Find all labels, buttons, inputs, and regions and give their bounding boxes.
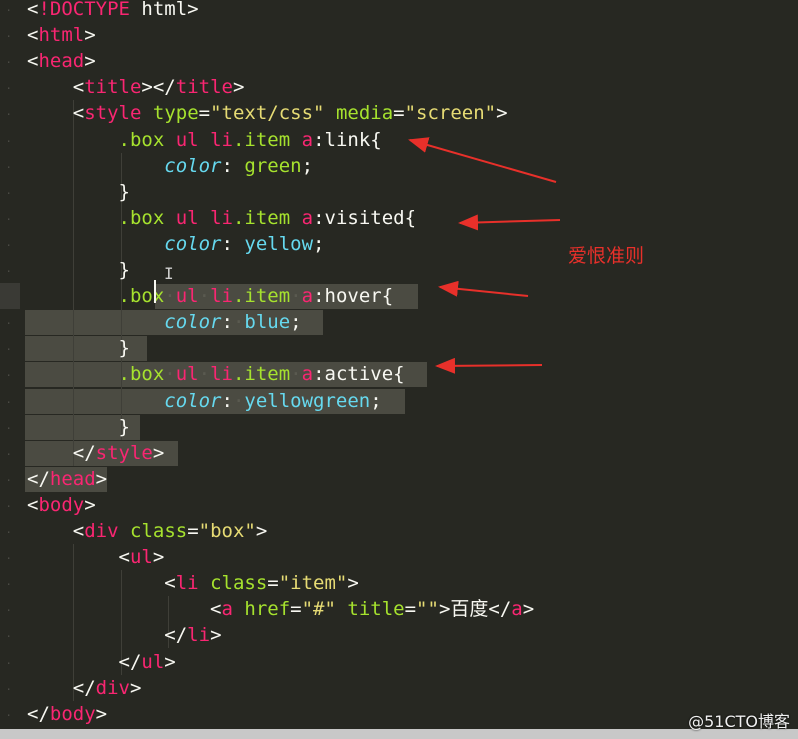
watermark: @51CTO博客 [688,712,790,731]
arrow-visited [458,214,561,231]
arrow-active [435,357,543,374]
status-bar [0,729,798,739]
arrow-hover [438,280,529,297]
annotation-note: 爱恨准则 [568,245,645,267]
annotation-arrows [408,137,561,374]
arrow-link [408,137,557,183]
